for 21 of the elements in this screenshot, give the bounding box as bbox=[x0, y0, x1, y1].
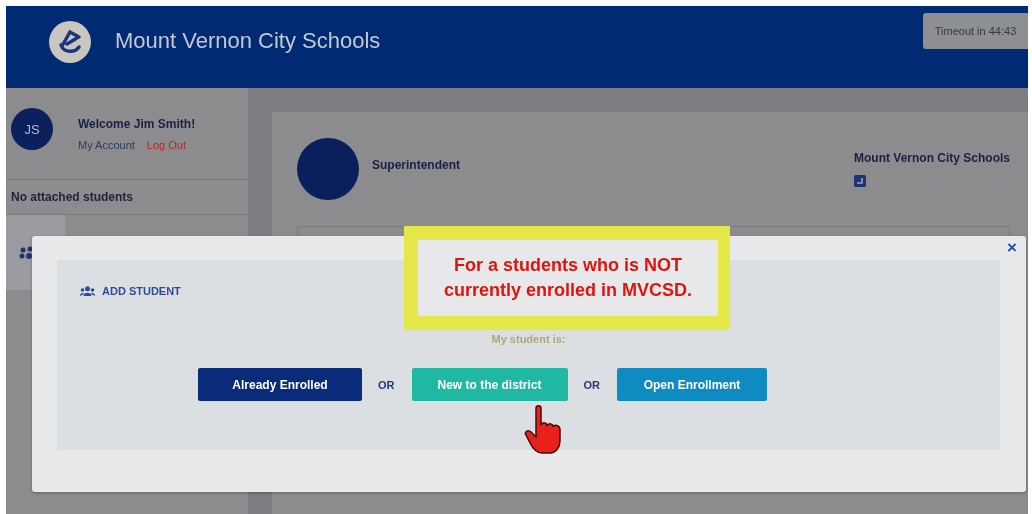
site-title: Mount Vernon City Schools bbox=[115, 28, 381, 54]
account-link[interactable]: Log Out bbox=[146, 139, 186, 151]
option-button[interactable]: Already Enrolled bbox=[198, 368, 362, 401]
role-text: Superintendent bbox=[372, 158, 460, 172]
account-link[interactable]: My Account bbox=[78, 139, 135, 151]
prompt-text: My student is: bbox=[490, 333, 567, 345]
callout-text: For a students who is NOT currently enrolled in MVCSD. bbox=[418, 240, 718, 316]
welcome-text: Welcome Jim Smith! bbox=[78, 117, 196, 131]
modal-heading: ADD STUDENT bbox=[102, 285, 181, 297]
users-icon bbox=[80, 286, 95, 296]
or-label: OR bbox=[583, 378, 600, 391]
or-label: OR bbox=[378, 378, 395, 391]
option-button[interactable]: Open Enrollment bbox=[617, 368, 767, 401]
close-button[interactable]: × bbox=[1004, 239, 1020, 257]
option-button[interactable]: New to the district bbox=[411, 368, 568, 401]
logo-icon bbox=[48, 20, 92, 64]
avatar: JS bbox=[11, 108, 53, 150]
district-name: Mount Vernon City Schools bbox=[854, 151, 1010, 165]
group-icon bbox=[19, 245, 35, 260]
calendar-icon bbox=[854, 175, 866, 187]
timeout-button[interactable]: Timeout in 44:43 bbox=[923, 13, 1028, 49]
